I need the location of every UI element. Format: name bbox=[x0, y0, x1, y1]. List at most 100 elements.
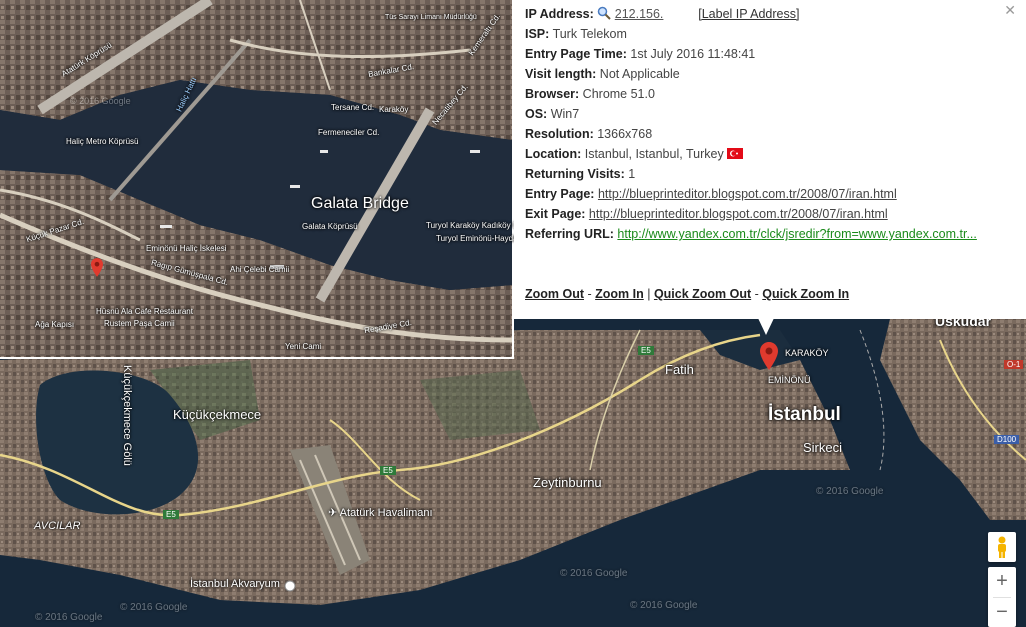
inset-zoom-map[interactable] bbox=[0, 0, 514, 359]
watermark-google-4: © 2016 Google bbox=[816, 486, 884, 497]
visitor-info-panel: ✕ IP Address: 212.156. [Label IP Address… bbox=[514, 0, 1026, 319]
map-zoom-control: + − bbox=[988, 567, 1016, 627]
info-panel-pointer bbox=[757, 316, 775, 335]
label-ip-address-link[interactable]: [Label IP Address] bbox=[698, 7, 799, 21]
row-exit-page: Exit Page: http://blueprinteditor.blogsp… bbox=[525, 206, 1016, 226]
close-icon[interactable]: ✕ bbox=[1004, 2, 1016, 19]
row-os: OS: Win7 bbox=[525, 106, 1016, 126]
location-label: Location: bbox=[525, 147, 582, 161]
label-ataturk-havalimani-text: Atatürk Havalimanı bbox=[339, 507, 433, 519]
inset-label-eminonu-iskelesi: Eminönü Haliç İskelesi bbox=[146, 244, 227, 253]
row-visit-length: Visit length: Not Applicable bbox=[525, 66, 1016, 86]
label-avcilar: AVCILAR bbox=[34, 520, 81, 532]
inset-label-ahi-celebi: Ahi Çelebi Camii bbox=[230, 265, 290, 274]
map-zoom-out-button[interactable]: − bbox=[988, 598, 1016, 627]
inset-label-tis-sarayi: Tüs Sarayı Limanı Müdürlüğü bbox=[385, 14, 477, 21]
row-entry-time: Entry Page Time: 1st July 2016 11:48:41 bbox=[525, 46, 1016, 66]
inset-label-galata-koprusu: Galata Köprüsü bbox=[302, 222, 358, 231]
inset-location-pin-icon-svg bbox=[91, 258, 103, 277]
magnifier-icon-svg bbox=[598, 6, 611, 20]
inset-label-tersane: Tersane Cd. bbox=[331, 103, 375, 112]
label-eminonu: EMİNÖNÜ bbox=[768, 375, 811, 385]
quick-zoom-in-link[interactable]: Quick Zoom In bbox=[762, 287, 849, 301]
inset-label-husnu: Hüsnü Ala Cafe Restaurant bbox=[96, 307, 193, 316]
zoom-out-link[interactable]: Zoom Out bbox=[525, 287, 584, 301]
resolution-label: Resolution: bbox=[525, 127, 594, 141]
label-istanbul: İstanbul bbox=[768, 404, 841, 425]
exit-page-label: Exit Page: bbox=[525, 207, 586, 221]
referring-url-label: Referring URL: bbox=[525, 227, 614, 241]
row-ip-address: IP Address: 212.156. [Label IP Address] bbox=[525, 6, 1016, 26]
inset-label-rustem: Rustem Paşa Camii bbox=[104, 319, 175, 328]
returning-visits-label: Returning Visits: bbox=[525, 167, 625, 181]
poi-aquarium-icon-svg bbox=[284, 580, 296, 592]
os-value: Win7 bbox=[550, 107, 580, 121]
map-zoom-in-button[interactable]: + bbox=[988, 567, 1016, 597]
returning-visits-value: 1 bbox=[628, 167, 636, 181]
pegman-icon-svg bbox=[998, 536, 1006, 558]
inset-label-fermeneciler: Fermeneciler Cd. bbox=[318, 128, 380, 137]
row-location: Location: Istanbul, Istanbul, Turkey bbox=[525, 146, 1016, 166]
location-pin-icon[interactable] bbox=[760, 342, 778, 375]
ip-address-value[interactable]: 212.156. bbox=[615, 6, 695, 22]
inset-label-halic-metro: Haliç Metro Köprüsü bbox=[66, 137, 139, 146]
browser-value: Chrome 51.0 bbox=[582, 87, 655, 101]
label-ataturk-havalimani: ✈ Atatürk Havalimanı bbox=[328, 507, 433, 519]
shield-e5-avcilar: E5 bbox=[163, 510, 179, 519]
label-karakoy: KARAKÖY bbox=[785, 348, 829, 358]
inset-label-aga-kapisi: Ağa Kapısı bbox=[35, 320, 75, 329]
inset-title-galata-bridge: Galata Bridge bbox=[311, 195, 409, 212]
inset-label-karakoy: Karaköy bbox=[379, 105, 409, 114]
zoom-sep-3: - bbox=[751, 287, 763, 301]
label-fatih: Fatih bbox=[665, 362, 694, 377]
row-browser: Browser: Chrome 51.0 bbox=[525, 86, 1016, 106]
row-returning-visits: Returning Visits: 1 bbox=[525, 166, 1016, 186]
row-entry-page: Entry Page: http://blueprinteditor.blogs… bbox=[525, 186, 1016, 206]
inset-map-canvas bbox=[0, 0, 512, 357]
zoom-sep-2: | bbox=[643, 287, 654, 301]
shield-d100: D100 bbox=[994, 435, 1020, 444]
quick-zoom-out-link[interactable]: Quick Zoom Out bbox=[654, 287, 751, 301]
exit-page-link[interactable]: http://blueprinteditor.blogspot.com.tr/2… bbox=[589, 207, 888, 221]
label-sirkeci: Sirkeci bbox=[803, 440, 843, 455]
visit-length-value: Not Applicable bbox=[599, 67, 680, 81]
watermark-google-1: © 2016 Google bbox=[560, 568, 628, 579]
zoom-in-link[interactable]: Zoom In bbox=[595, 287, 644, 301]
isp-label: ISP: bbox=[525, 27, 550, 41]
row-referring-url: Referring URL: http://www.yandex.com.tr/… bbox=[525, 226, 1016, 246]
inset-label-yeni-cami: Yeni Cami bbox=[285, 342, 322, 351]
isp-value: Turk Telekom bbox=[552, 27, 627, 41]
row-isp: ISP: Turk Telekom bbox=[525, 26, 1016, 46]
resolution-value: 1366x768 bbox=[597, 127, 653, 141]
ip-address-label: IP Address: bbox=[525, 7, 594, 21]
location-pin-icon-svg bbox=[760, 342, 778, 370]
shield-e5-airport: E5 bbox=[380, 466, 396, 475]
poi-aquarium-icon[interactable] bbox=[284, 579, 296, 597]
watermark-google-2: © 2016 Google bbox=[120, 602, 188, 613]
location-value: Istanbul, Istanbul, Turkey bbox=[584, 147, 724, 161]
watermark-google-3: © 2016 Google bbox=[630, 600, 698, 611]
magnifier-icon[interactable] bbox=[597, 6, 611, 24]
street-view-pegman-icon[interactable] bbox=[988, 532, 1016, 562]
turkey-flag-icon-svg bbox=[727, 148, 744, 159]
entry-time-value: 1st July 2016 11:48:41 bbox=[630, 47, 756, 61]
os-label: OS: bbox=[525, 107, 548, 121]
inset-location-pin-icon[interactable] bbox=[91, 258, 103, 282]
visit-length-label: Visit length: bbox=[525, 67, 597, 81]
zoom-sep-1: - bbox=[584, 287, 596, 301]
browser-label: Browser: bbox=[525, 87, 580, 101]
referring-url-link[interactable]: http://www.yandex.com.tr/clck/jsredir?fr… bbox=[617, 227, 977, 241]
inset-watermark-google: © 2016 Google bbox=[70, 96, 131, 106]
shield-o1: O-1 bbox=[1004, 360, 1024, 369]
label-zeytinburnu: Zeytinburnu bbox=[533, 475, 602, 490]
label-kucukcekmece: Küçükçekmece bbox=[173, 407, 262, 422]
label-istanbul-akvaryum: İstanbul Akvaryum bbox=[190, 578, 280, 590]
watermark-google-5: © 2016 Google bbox=[35, 612, 103, 623]
shield-e5-fatih: E5 bbox=[638, 346, 654, 355]
turkey-flag-icon bbox=[727, 147, 744, 163]
entry-time-label: Entry Page Time: bbox=[525, 47, 627, 61]
entry-page-link[interactable]: http://blueprinteditor.blogspot.com.tr/2… bbox=[598, 187, 897, 201]
zoom-links: Zoom Out - Zoom In | Quick Zoom Out - Qu… bbox=[525, 287, 849, 301]
entry-page-label: Entry Page: bbox=[525, 187, 595, 201]
label-kucukcekmece-golu: Küçükçekmece Gölü bbox=[121, 365, 133, 466]
